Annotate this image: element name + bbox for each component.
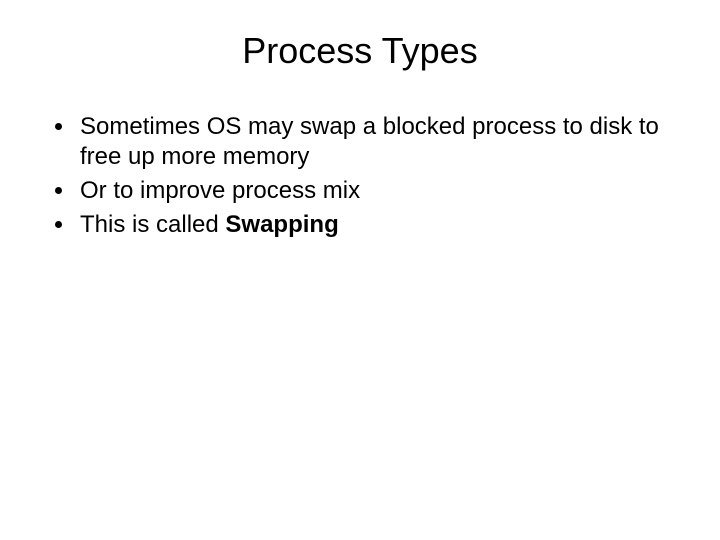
bullet-list: Sometimes OS may swap a blocked process …	[30, 112, 690, 240]
list-item: Sometimes OS may swap a blocked process …	[76, 112, 690, 172]
list-item: This is called Swapping	[76, 210, 690, 240]
list-item: Or to improve process mix	[76, 176, 690, 206]
slide: Process Types Sometimes OS may swap a bl…	[0, 0, 720, 540]
slide-title: Process Types	[30, 30, 690, 72]
list-item-bold: Swapping	[225, 211, 338, 238]
list-item-text: This is called	[80, 211, 225, 238]
